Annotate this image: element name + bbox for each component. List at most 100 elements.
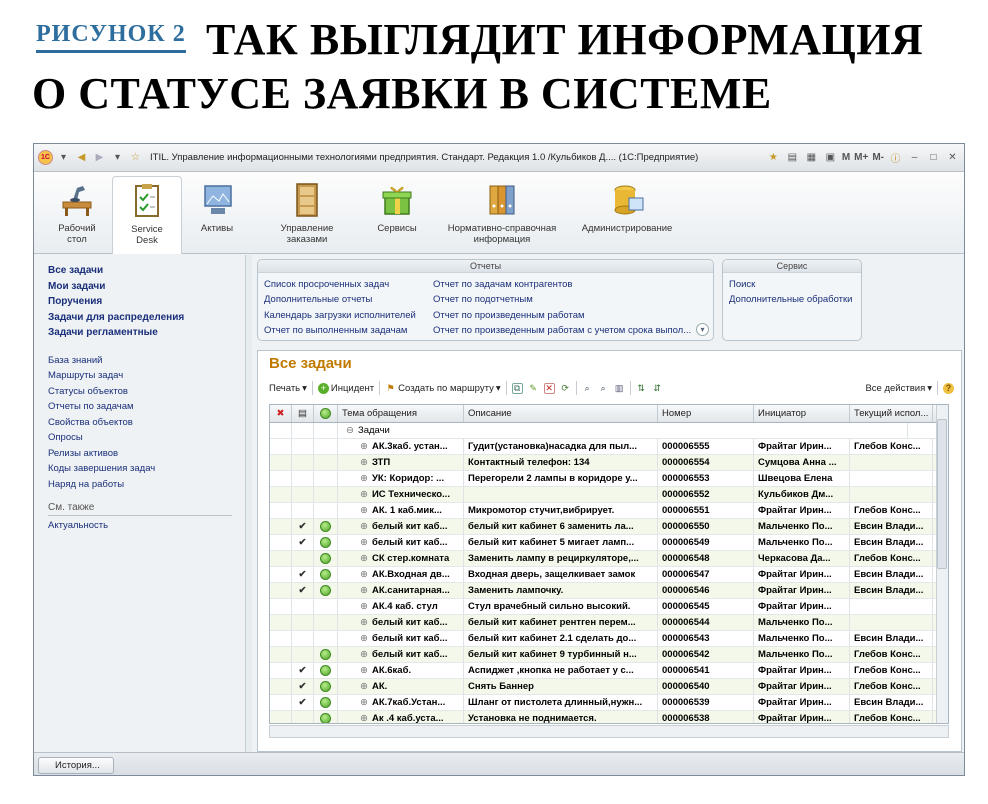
edit-pencil-icon[interactable]: ✎ (528, 383, 539, 394)
search-icon[interactable]: ⌕ (582, 383, 593, 394)
sidebar-splitter[interactable] (246, 255, 252, 752)
section-reference-info[interactable]: Нормативно-справочная информация (432, 172, 572, 253)
expand-plus-icon[interactable]: ⊕ (360, 681, 368, 692)
expand-plus-icon[interactable]: ⊕ (360, 585, 368, 596)
create-by-route-button[interactable]: ⚑ Создать по маршруту ▾ (385, 383, 501, 394)
table-row[interactable]: ✔ ⊕ АК.6каб. Аспиджет ,кнопка не работает у… (270, 663, 948, 679)
history-button[interactable]: История... (38, 757, 114, 774)
report-link[interactable]: Отчет по выполненным задачам (264, 323, 416, 338)
table-row[interactable]: ⊕ АК. 1 каб.мик... Микромотор стучит,вибри… (270, 503, 948, 519)
column-topic[interactable]: Тема обращения (338, 405, 464, 422)
maximize-icon[interactable]: □ (926, 150, 941, 165)
expand-plus-icon[interactable]: ⊕ (360, 505, 368, 516)
nav-task-reports[interactable]: Отчеты по задачам (48, 399, 245, 415)
expand-plus-icon[interactable]: ⊕ (360, 649, 368, 660)
section-services[interactable]: Сервисы (362, 172, 432, 253)
nav-tasks-scheduled[interactable]: Задачи регламентные (48, 325, 245, 341)
favorites-icon[interactable]: ★ (766, 150, 781, 165)
memory-plus-button[interactable]: M+ (854, 152, 868, 163)
expand-plus-icon[interactable]: ⊕ (360, 713, 368, 723)
nav-task-routes[interactable]: Маршруты задач (48, 368, 245, 384)
section-administration[interactable]: Администрирование (572, 172, 682, 253)
table-row[interactable]: ⊕ АК.4 каб. стул Стул врачебный сильно выс… (270, 599, 948, 615)
history-dropdown-icon[interactable]: ▾ (110, 150, 125, 165)
expand-plus-icon[interactable]: ⊕ (360, 521, 368, 532)
table-row[interactable]: ⊕ УК: Коридор: ... Перегорели 2 лампы в ко… (270, 471, 948, 487)
expand-plus-icon[interactable]: ⊕ (360, 473, 368, 484)
expand-plus-icon[interactable]: ⊕ (360, 457, 368, 468)
deletion-mark-column-icon[interactable]: ✖ (270, 405, 292, 422)
table-row[interactable]: ⊕ АК.3каб. устан... Гудит(установка)насадк… (270, 439, 948, 455)
help-icon[interactable]: ? (943, 382, 954, 394)
table-row[interactable]: ⊕ ИС Техническо... 000006552 Кульбиков Дм..… (270, 487, 948, 503)
table-row[interactable]: ⊕ белый кит каб... белый кит кабинет 2.1 с… (270, 631, 948, 647)
column-current-executor[interactable]: Текущий испол... (850, 405, 933, 422)
calculator-icon[interactable]: ▦ (804, 150, 819, 165)
copy-icon[interactable]: ⧉ (511, 382, 523, 394)
report-link[interactable]: Список просроченных задач (264, 277, 416, 292)
nav-surveys[interactable]: Опросы (48, 430, 245, 446)
delete-mark-icon[interactable]: ✕ (543, 382, 555, 394)
nav-all-tasks[interactable]: Все задачи (48, 263, 245, 279)
service-search-link[interactable]: Поиск (729, 277, 852, 292)
favorites-star-icon[interactable]: ☆ (128, 150, 143, 165)
nav-asset-releases[interactable]: Релизы активов (48, 446, 245, 462)
print-button[interactable]: Печать ▾ (269, 383, 307, 394)
section-order-management[interactable]: Управление заказами (252, 172, 362, 253)
table-row[interactable]: ✔ ⊕ АК.санитарная... Заменить лампочку. 0000… (270, 583, 948, 599)
status-column-icon[interactable] (314, 405, 338, 422)
expand-plus-icon[interactable]: ⊕ (360, 489, 368, 500)
scroll-thumb[interactable] (937, 419, 947, 569)
nav-assignments[interactable]: Поручения (48, 294, 245, 310)
expand-chevron-icon[interactable]: ▾ (696, 323, 709, 336)
service-extra-processing-link[interactable]: Дополнительные обработки (729, 292, 852, 307)
expand-plus-icon[interactable]: ⊕ (360, 569, 368, 580)
back-arrow-icon[interactable]: ◀ (74, 150, 89, 165)
1c-logo-icon[interactable]: 1С (38, 150, 53, 165)
table-row[interactable]: ✔ ⊕ белый кит каб... белый кит кабинет 5 ми… (270, 535, 948, 551)
nav-my-tasks[interactable]: Мои задачи (48, 279, 245, 295)
section-assets[interactable]: Активы (182, 172, 252, 253)
column-description[interactable]: Описание (464, 405, 658, 422)
table-row[interactable]: ✔ ⊕ белый кит каб... белый кит кабинет 6 за… (270, 519, 948, 535)
nav-completion-codes[interactable]: Коды завершения задач (48, 461, 245, 477)
refresh-icon[interactable]: ⟳ (560, 383, 571, 394)
calendar-icon[interactable]: ▣ (823, 150, 838, 165)
report-link[interactable]: Отчет по произведенным работам с учетом … (433, 323, 691, 338)
table-row[interactable]: ⊕ Ак .4 каб.уста... Установка не поднимает… (270, 711, 948, 723)
memory-m-button[interactable]: M (842, 152, 850, 163)
filter-icon[interactable]: ▥ (614, 383, 625, 394)
table-row[interactable]: ✔ ⊕ АК.7каб.Устан... Шланг от пистолета дли… (270, 695, 948, 711)
table-row[interactable]: ✔ ⊕ АК.Входная дв... Входная дверь, защелки… (270, 567, 948, 583)
forward-arrow-icon[interactable]: ▶ (92, 150, 107, 165)
expand-plus-icon[interactable]: ⊕ (360, 553, 368, 564)
nav-knowledge-base[interactable]: База знаний (48, 353, 245, 369)
expand-plus-icon[interactable]: ⊕ (360, 601, 368, 612)
expand-plus-icon[interactable]: ⊕ (360, 665, 368, 676)
group-row[interactable]: ⊖ Задачи (270, 423, 948, 439)
expand-plus-icon[interactable]: ⊕ (360, 633, 368, 644)
table-row[interactable]: ✔ ⊕ АК. Снять Баннер 000006540 Фрайтаг Ирин..… (270, 679, 948, 695)
report-link[interactable]: Календарь загрузки исполнителей (264, 308, 416, 323)
column-number[interactable]: Номер (658, 405, 754, 422)
nav-object-properties[interactable]: Свойства объектов (48, 415, 245, 431)
incident-button[interactable]: + Инцидент (317, 382, 374, 394)
nav-relevance[interactable]: Актуальность (48, 518, 245, 534)
minimize-icon[interactable]: – (907, 150, 922, 165)
done-column-icon[interactable]: ▤ (292, 405, 314, 422)
nav-object-statuses[interactable]: Статусы объектов (48, 384, 245, 400)
info-icon[interactable]: ⓘ (888, 150, 903, 165)
vertical-scrollbar[interactable] (936, 405, 948, 723)
report-link[interactable]: Отчет по подотчетным (433, 292, 691, 307)
section-service-desk[interactable]: Service Desk (112, 176, 182, 254)
move-down-icon[interactable]: ⇵ (652, 383, 663, 394)
report-link[interactable]: Отчет по произведенным работам (433, 308, 691, 323)
section-desktop[interactable]: Рабочий стол (42, 172, 112, 253)
column-initiator[interactable]: Инициатор (754, 405, 850, 422)
find-in-list-icon[interactable]: ⌕ (598, 383, 609, 394)
all-actions-button[interactable]: Все действия ▾ (865, 383, 932, 394)
move-up-icon[interactable]: ⇅ (636, 383, 647, 394)
table-row[interactable]: ⊕ белый кит каб... белый кит кабинет 9 тур… (270, 647, 948, 663)
expand-plus-icon[interactable]: ⊕ (360, 617, 368, 628)
horizontal-scrollbar[interactable] (269, 725, 949, 738)
